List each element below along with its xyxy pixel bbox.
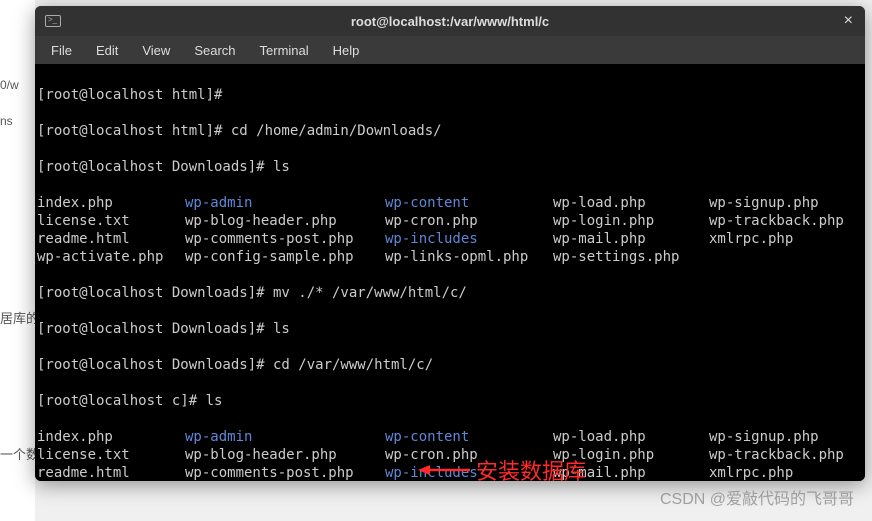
ls-file: xmlrpc.php: [709, 230, 793, 248]
ls-file: index.php: [37, 428, 185, 446]
ls-block-1: index.phpwp-adminwp-contentwp-load.phpwp…: [37, 194, 863, 266]
terminal-window: root@localhost:/var/www/html/c × File Ed…: [35, 6, 865, 481]
prompt-line: [root@localhost Downloads]# ls: [37, 320, 863, 338]
ls-file: readme.html: [37, 230, 185, 248]
ls-row: license.txtwp-blog-header.phpwp-cron.php…: [37, 446, 863, 464]
ls-file: wp-admin: [185, 194, 385, 212]
ls-file: wp-includes: [385, 464, 553, 481]
menu-terminal[interactable]: Terminal: [250, 40, 319, 61]
background-page-fragments: 0/w ns 居库的 一个数: [0, 0, 35, 521]
ls-file: wp-signup.php: [709, 428, 819, 446]
ls-file: wp-includes: [385, 230, 553, 248]
ls-row: wp-activate.phpwp-config-sample.phpwp-li…: [37, 248, 863, 266]
ls-file: wp-trackback.php: [709, 212, 844, 230]
ls-file: license.txt: [37, 212, 185, 230]
ls-file: index.php: [37, 194, 185, 212]
terminal-icon: [45, 15, 61, 27]
ls-file: wp-login.php: [553, 446, 709, 464]
window-titlebar: root@localhost:/var/www/html/c ×: [35, 6, 865, 36]
ls-file: license.txt: [37, 446, 185, 464]
ls-file: wp-content: [385, 194, 553, 212]
ls-row: license.txtwp-blog-header.phpwp-cron.php…: [37, 212, 863, 230]
menu-search[interactable]: Search: [184, 40, 245, 61]
ls-row: readme.htmlwp-comments-post.phpwp-includ…: [37, 230, 863, 248]
prompt-line: [root@localhost html]#: [37, 86, 863, 104]
ls-file: wp-content: [385, 428, 553, 446]
ls-file: xmlrpc.php: [709, 464, 793, 481]
ls-file: wp-cron.php: [385, 212, 553, 230]
ls-file: wp-trackback.php: [709, 446, 844, 464]
ls-file: wp-settings.php: [553, 248, 709, 266]
menu-help[interactable]: Help: [323, 40, 370, 61]
ls-file: wp-mail.php: [553, 230, 709, 248]
prompt-line: [root@localhost c]# ls: [37, 392, 863, 410]
prompt-line: [root@localhost Downloads]# mv ./* /var/…: [37, 284, 863, 302]
close-icon[interactable]: ×: [844, 12, 853, 30]
prompt-line: [root@localhost Downloads]# ls: [37, 158, 863, 176]
menu-file[interactable]: File: [41, 40, 82, 61]
ls-file: wp-load.php: [553, 194, 709, 212]
ls-block-2: index.phpwp-adminwp-contentwp-load.phpwp…: [37, 428, 863, 481]
ls-file: wp-cron.php: [385, 446, 553, 464]
ls-file: wp-mail.php: [553, 464, 709, 481]
ls-row: index.phpwp-adminwp-contentwp-load.phpwp…: [37, 194, 863, 212]
ls-file: wp-signup.php: [709, 194, 819, 212]
ls-file: wp-login.php: [553, 212, 709, 230]
ls-file: wp-blog-header.php: [185, 446, 385, 464]
ls-row: index.phpwp-adminwp-contentwp-load.phpwp…: [37, 428, 863, 446]
ls-file: wp-links-opml.php: [385, 248, 553, 266]
ls-file: wp-blog-header.php: [185, 212, 385, 230]
ls-file: wp-activate.php: [37, 248, 185, 266]
ls-file: wp-comments-post.php: [185, 230, 385, 248]
ls-file: wp-comments-post.php: [185, 464, 385, 481]
menu-view[interactable]: View: [132, 40, 180, 61]
ls-file: wp-config-sample.php: [185, 248, 385, 266]
ls-row: readme.htmlwp-comments-post.phpwp-includ…: [37, 464, 863, 481]
window-title: root@localhost:/var/www/html/c: [351, 14, 549, 29]
ls-file: readme.html: [37, 464, 185, 481]
ls-file: wp-admin: [185, 428, 385, 446]
watermark: CSDN @爱敲代码的飞哥哥: [660, 485, 854, 509]
ls-file: wp-load.php: [553, 428, 709, 446]
menubar: File Edit View Search Terminal Help: [35, 36, 865, 64]
menu-edit[interactable]: Edit: [86, 40, 128, 61]
prompt-line: [root@localhost html]# cd /home/admin/Do…: [37, 122, 863, 140]
terminal-output[interactable]: [root@localhost html]# [root@localhost h…: [35, 64, 865, 481]
prompt-line: [root@localhost Downloads]# cd /var/www/…: [37, 356, 863, 374]
